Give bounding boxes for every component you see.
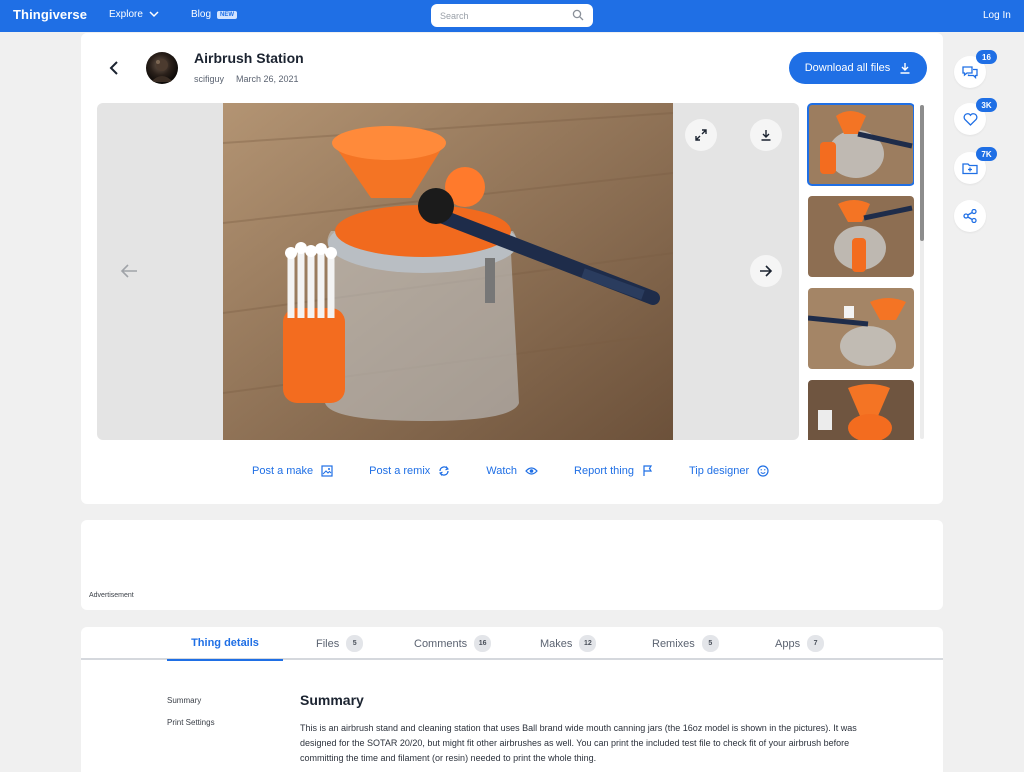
explore-label: Explore: [109, 9, 143, 20]
fullscreen-button[interactable]: [685, 119, 717, 151]
next-image-button[interactable]: [750, 255, 782, 287]
tab-label: Apps: [775, 637, 801, 650]
tab-thing-details[interactable]: Thing details: [167, 627, 283, 661]
search-box[interactable]: [431, 4, 593, 27]
thumbnail-4[interactable]: [808, 380, 914, 440]
login-link[interactable]: Log In: [983, 10, 1011, 21]
main-product-photo[interactable]: [223, 103, 673, 440]
smile-icon: [757, 465, 769, 477]
tab-count-badge: 12: [579, 635, 597, 652]
tab-apps[interactable]: Apps 7: [775, 627, 825, 660]
tab-comments[interactable]: Comments 16: [414, 627, 492, 660]
tab-label: Comments: [414, 637, 468, 650]
post-make-link[interactable]: Post a make: [252, 465, 333, 477]
arrow-right-icon: [760, 265, 773, 277]
thing-title: Airbrush Station: [194, 50, 304, 66]
collection-icon: [962, 163, 978, 175]
expand-icon: [695, 129, 707, 141]
share-button[interactable]: [954, 200, 986, 232]
thing-main-card: Airbrush Station scifiguy March 26, 2021…: [81, 33, 943, 504]
tip-designer-label: Tip designer: [688, 465, 750, 477]
image-icon: [321, 465, 333, 477]
image-gallery: [97, 103, 799, 440]
advertisement-label: Advertisement: [89, 592, 134, 599]
thumbnail-scrollbar[interactable]: [920, 105, 924, 439]
watch-link[interactable]: Watch: [486, 465, 538, 477]
download-icon: [761, 130, 771, 141]
report-thing-link[interactable]: Report thing: [574, 465, 653, 477]
tab-makes[interactable]: Makes 12: [540, 627, 597, 660]
thing-tabs: Thing details Files 5 Comments 16 Makes …: [81, 627, 943, 661]
download-all-button[interactable]: Download all files: [789, 52, 927, 84]
back-arrow-icon[interactable]: [107, 59, 123, 77]
thing-details-card: Thing details Files 5 Comments 16 Makes …: [81, 627, 943, 772]
post-make-label: Post a make: [252, 465, 314, 477]
publish-date: March 26, 2021: [236, 74, 299, 84]
thumbnail-strip: [806, 103, 914, 440]
side-nav-print-settings[interactable]: Print Settings: [167, 718, 215, 727]
tab-count-badge: 16: [474, 635, 492, 652]
summary-text: This is an airbrush stand and cleaning s…: [300, 723, 857, 763]
heart-icon: [963, 112, 977, 126]
tab-count-badge: 7: [807, 635, 825, 652]
explore-menu[interactable]: Explore: [109, 9, 159, 20]
share-icon: [963, 209, 977, 223]
thumbnail-2[interactable]: [808, 196, 914, 277]
remix-icon: [439, 466, 450, 476]
tab-count-badge: 5: [346, 635, 364, 652]
scrollbar-thumb[interactable]: [920, 105, 924, 241]
post-remix-link[interactable]: Post a remix: [369, 465, 450, 477]
chevron-down-icon: [149, 11, 159, 18]
thing-actions: Post a make Post a remix Watch Report th…: [252, 465, 769, 477]
previous-image-arrow-icon[interactable]: [119, 263, 139, 279]
collects-count-badge: 7K: [976, 147, 997, 161]
download-icon: [900, 63, 910, 74]
thumbnail-3[interactable]: [808, 288, 914, 369]
search-input[interactable]: [440, 10, 570, 21]
tab-files[interactable]: Files 5: [316, 627, 364, 660]
advertisement-card: Advertisement: [81, 520, 943, 610]
details-side-nav: Summary Print Settings: [167, 696, 215, 740]
tab-label: Remixes: [652, 637, 695, 650]
post-remix-label: Post a remix: [369, 465, 431, 477]
comments-count-badge: 16: [976, 50, 997, 64]
thing-meta: scifiguy March 26, 2021: [194, 74, 299, 84]
tab-label: Files: [316, 637, 340, 650]
watch-label: Watch: [486, 465, 518, 477]
download-all-label: Download all files: [804, 62, 891, 74]
tab-label: Thing details: [191, 637, 259, 649]
tab-remixes[interactable]: Remixes 5: [652, 627, 719, 660]
avatar[interactable]: [146, 52, 178, 84]
likes-count-badge: 3K: [976, 98, 997, 112]
top-nav-bar: Thingiverse Explore Blog NEW Log In: [0, 0, 1024, 32]
side-nav-summary[interactable]: Summary: [167, 696, 215, 705]
new-badge: NEW: [217, 10, 238, 19]
tab-count-badge: 5: [701, 635, 719, 652]
thumbnail-1[interactable]: [807, 103, 914, 186]
author-link[interactable]: scifiguy: [194, 74, 224, 84]
eye-icon: [525, 467, 538, 475]
flag-icon: [643, 465, 653, 476]
thingiverse-logo[interactable]: Thingiverse: [13, 7, 87, 22]
download-image-button[interactable]: [750, 119, 782, 151]
report-thing-label: Report thing: [574, 465, 634, 477]
blog-link[interactable]: Blog NEW: [191, 9, 238, 20]
tip-designer-link[interactable]: Tip designer: [689, 465, 769, 477]
blog-label: Blog: [191, 9, 212, 20]
search-icon[interactable]: [572, 9, 584, 21]
summary-heading: Summary: [300, 692, 364, 708]
comments-icon: [962, 66, 978, 79]
tab-label: Makes: [540, 637, 573, 650]
